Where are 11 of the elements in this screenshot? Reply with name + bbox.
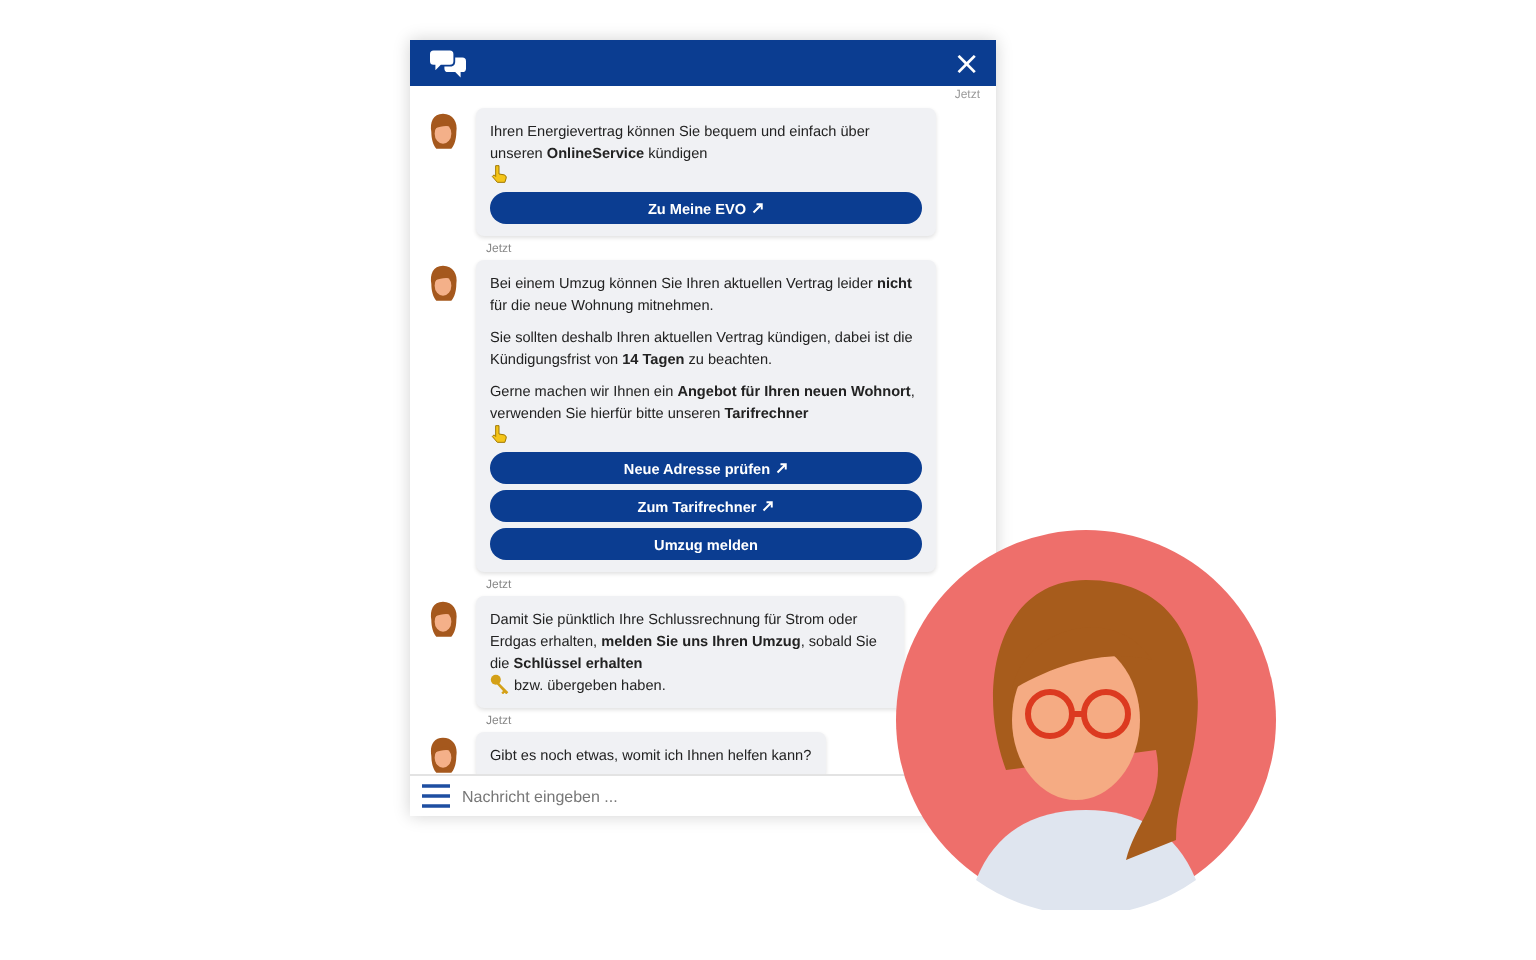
menu-icon[interactable] [422, 784, 450, 808]
avatar-icon [426, 600, 460, 640]
key-icon [490, 674, 510, 694]
close-button[interactable]: × [953, 47, 980, 79]
pointing-hand-icon [490, 164, 508, 184]
pointing-hand-icon [490, 424, 508, 444]
avatar-icon [426, 736, 460, 774]
avatar-icon [426, 264, 460, 304]
message-input[interactable]: Nachricht eingeben ... [462, 787, 862, 805]
avatar-icon [426, 112, 460, 152]
chat-bubbles-icon [430, 48, 466, 78]
